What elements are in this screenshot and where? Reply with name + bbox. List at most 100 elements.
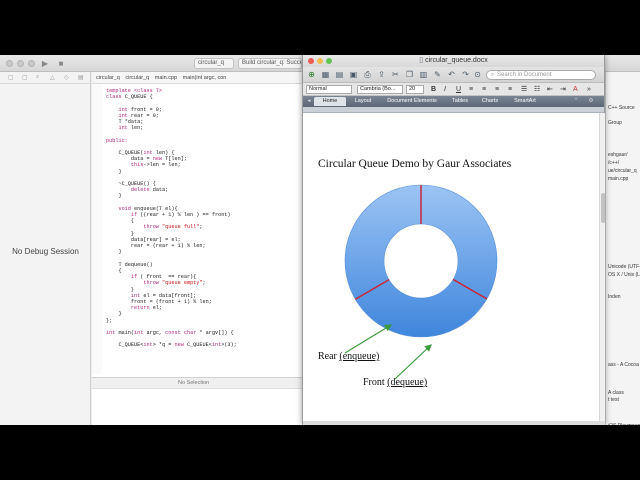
align-center-icon[interactable]: ≡ xyxy=(482,85,486,94)
outdent-icon[interactable]: ⇥ xyxy=(560,85,566,94)
code-token: front = (front + 1) % len; xyxy=(106,298,212,305)
more-icon[interactable]: » xyxy=(587,85,591,94)
word-minimize-button[interactable] xyxy=(317,58,323,64)
ribbon-tab-home[interactable]: Home xyxy=(314,97,346,106)
open-icon[interactable]: ▤ xyxy=(335,70,344,79)
code-token: rear = (rear + 1) % len; xyxy=(106,243,206,250)
code-token: T[len]; xyxy=(165,156,187,163)
highlight-icon[interactable]: A xyxy=(573,85,578,94)
zoom-window-button[interactable] xyxy=(28,60,35,67)
close-window-button[interactable] xyxy=(6,60,13,67)
code-token: int xyxy=(106,292,144,299)
no-selection-label: No Selection xyxy=(178,380,210,386)
code-token: void xyxy=(106,205,135,212)
code-token: <class T> xyxy=(134,88,163,94)
italic-icon[interactable]: I xyxy=(444,85,446,94)
line-gutter[interactable] xyxy=(92,84,102,374)
inspector-text: t test xyxy=(608,397,619,403)
screen: ▶ ■ circular_q Build circular_q: Succee … xyxy=(0,0,640,480)
save-icon[interactable]: ▣ xyxy=(349,70,358,79)
align-right-icon[interactable]: ≡ xyxy=(495,85,499,94)
code-token: this xyxy=(106,162,144,169)
code-token: new xyxy=(174,342,187,349)
jump-bar-item[interactable]: circular_q xyxy=(125,75,149,81)
font-size-select[interactable]: 20 xyxy=(406,85,424,94)
jump-bar[interactable]: circular_q circular_q main.cpp main(int … xyxy=(92,72,304,84)
format-painter-icon[interactable]: ✎ xyxy=(433,70,442,79)
code-token: el = data[front]; xyxy=(143,292,197,299)
code-token: } xyxy=(106,311,122,318)
ribbon-tab-tables[interactable]: Tables xyxy=(446,97,474,106)
code-token: ((rear + 1) % len ) == front) xyxy=(140,212,231,219)
code-token: } xyxy=(106,168,122,175)
word-close-button[interactable] xyxy=(308,58,314,64)
code-token: public: xyxy=(106,137,128,144)
code-token: len) { xyxy=(155,150,175,157)
inspector-text: Unicode (UTF- xyxy=(608,264,640,270)
ribbon-collapse-icon[interactable]: ⌃ xyxy=(571,97,581,106)
symbol-icon[interactable]: ▢ xyxy=(22,74,28,81)
copy-icon[interactable]: ❐ xyxy=(405,70,414,79)
scheme-selector[interactable]: circular_q xyxy=(194,58,234,69)
jump-bar-item[interactable]: main.cpp xyxy=(155,75,177,81)
minimize-window-button[interactable] xyxy=(17,60,24,67)
debug-navigator: ▢ ▢ ⌕ △ ◇ ▤ No Debug Session xyxy=(0,72,91,425)
cut-icon[interactable]: ✂ xyxy=(391,70,400,79)
code-token: throw xyxy=(106,280,163,287)
warning-icon[interactable]: △ xyxy=(50,74,55,81)
ribbon-scroll-left-icon[interactable]: ◂ xyxy=(305,97,313,106)
align-left-icon[interactable]: ≡ xyxy=(469,85,473,94)
code-token: int xyxy=(106,106,131,113)
import-icon[interactable]: ⇪ xyxy=(377,70,386,79)
paste-icon[interactable]: ▥ xyxy=(419,70,428,79)
ribbon-tab-smartart[interactable]: SmartArt xyxy=(506,97,544,106)
front-operation-text: (dequeue) xyxy=(387,377,428,388)
code-token: ; xyxy=(202,280,206,287)
rear-label-text: Rear xyxy=(318,351,337,362)
vertical-scrollbar[interactable] xyxy=(599,113,605,421)
indent-icon[interactable]: ⇤ xyxy=(547,85,553,94)
folder-icon[interactable]: ▢ xyxy=(8,74,14,81)
search-icon: ⌕ xyxy=(490,72,495,78)
run-icon[interactable]: ▶ xyxy=(40,58,50,69)
numbering-icon[interactable]: ☷ xyxy=(534,85,540,94)
style-select[interactable]: Normal xyxy=(306,85,352,94)
debug-icon[interactable]: ▤ xyxy=(78,74,84,81)
no-debug-session-label: No Debug Session xyxy=(12,247,79,256)
ribbon-tab-charts[interactable]: Charts xyxy=(476,97,504,106)
search-icon[interactable]: ⌕ xyxy=(36,74,39,81)
debug-console[interactable] xyxy=(92,388,304,425)
word-window-title: circular_queue.docx xyxy=(425,57,488,64)
code-editor[interactable]: circular_q circular_q main.cpp main(int … xyxy=(92,72,304,425)
justify-icon[interactable]: ≡ xyxy=(508,85,512,94)
scrollbar-thumb[interactable] xyxy=(601,193,605,223)
search-in-document-input[interactable]: Search in Document xyxy=(486,70,596,80)
ribbon-settings-icon[interactable]: ⚙ xyxy=(585,97,597,106)
front-label: Front (dequeue) xyxy=(363,377,427,388)
jump-bar-item[interactable]: circular_q xyxy=(96,75,120,81)
ribbon-tab-layout[interactable]: Layout xyxy=(348,97,378,106)
print-icon[interactable]: ⎙ xyxy=(363,70,372,79)
document-page[interactable]: Circular Queue Demo by Gaur Associates R… xyxy=(303,113,599,421)
code-line[interactable]: C_QUEUE<int> *q = new C_QUEUE<int>(3); xyxy=(106,342,302,348)
jump-bar-item[interactable]: main(int argc, con xyxy=(183,75,227,81)
redo-icon[interactable]: ↷ xyxy=(461,70,470,79)
templates-icon[interactable]: ▦ xyxy=(321,70,330,79)
code-token: > *q = xyxy=(152,342,175,349)
underline-icon[interactable]: U xyxy=(456,85,461,94)
code-token: "queue full" xyxy=(162,224,200,231)
stop-icon[interactable]: ■ xyxy=(56,58,66,69)
inspector-text: eshgaur/ xyxy=(608,152,628,158)
undo-icon[interactable]: ↶ xyxy=(447,70,456,79)
font-select[interactable]: Cambria (Bo... xyxy=(357,85,403,94)
zoom-icon[interactable]: ⊙ xyxy=(473,70,482,79)
new-document-icon[interactable]: ⊕ xyxy=(307,70,316,79)
bullets-icon[interactable]: ☰ xyxy=(521,85,527,94)
ribbon-tab-document-elements[interactable]: Document Elements xyxy=(380,97,444,106)
word-zoom-button[interactable] xyxy=(326,58,332,64)
test-icon[interactable]: ◇ xyxy=(64,74,69,81)
bold-icon[interactable]: B xyxy=(431,85,436,94)
source-code[interactable]: template <class T> class C_QUEUE { int fr… xyxy=(106,88,302,349)
code-token: ~C_QUEUE() { xyxy=(106,181,156,188)
code-token: template xyxy=(106,88,135,94)
